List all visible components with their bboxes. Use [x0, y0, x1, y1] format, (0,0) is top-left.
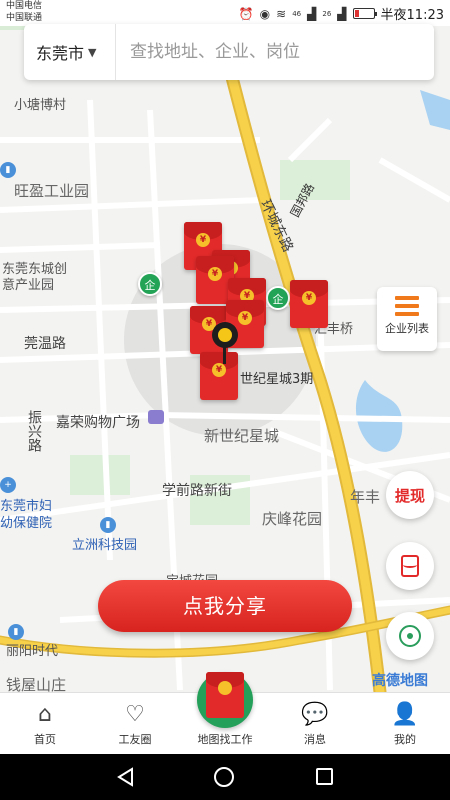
- shopping-icon: [148, 410, 164, 424]
- list-icon: [395, 296, 419, 316]
- eye-icon: ◉: [259, 6, 271, 21]
- tab-label: 首页: [34, 733, 56, 746]
- home-icon: ⌂: [38, 701, 52, 727]
- signal-icon: ▟: [307, 6, 317, 21]
- building-icon: ▮: [8, 624, 24, 640]
- map-label: 新世纪星城: [204, 427, 280, 445]
- pin-stem: [223, 346, 226, 364]
- tab-home[interactable]: ⌂ 首页: [0, 693, 90, 755]
- heart-icon: ♡: [125, 701, 145, 727]
- home-nav-icon[interactable]: [214, 767, 234, 787]
- locate-button[interactable]: [386, 612, 434, 660]
- alarm-icon: ⏰: [238, 6, 254, 21]
- search-bar: 东莞市 ▼: [24, 24, 434, 80]
- map-label: 意产业园: [2, 278, 55, 293]
- hospital-icon: +: [0, 477, 16, 493]
- tab-label: 地图找工作: [197, 733, 253, 746]
- map-label: 丽阳时代: [6, 644, 59, 659]
- chat-icon: 💬: [301, 701, 329, 727]
- share-button[interactable]: 点我分享: [98, 580, 352, 632]
- map-label: 小塘博村: [14, 98, 67, 113]
- red-envelope-marker[interactable]: ¥: [290, 280, 328, 328]
- tab-profile[interactable]: 👤 我的: [360, 693, 450, 755]
- network-1: 46: [292, 9, 302, 18]
- map-label: 年丰: [350, 488, 381, 506]
- map-label: 庆峰花园: [262, 510, 323, 528]
- red-envelope-icon: [401, 555, 419, 577]
- search-input[interactable]: [116, 24, 434, 80]
- map-label: 振兴路: [26, 410, 42, 452]
- enterprise-list-label: 企业列表: [385, 322, 429, 335]
- status-bar: 中国电信 中国联通 ⏰ ◉ ≋ 46 ▟ 26 ▟ 半夜11:23: [0, 0, 450, 26]
- red-envelope-icon: [206, 672, 244, 718]
- map-label: 嘉荣购物广场: [56, 415, 140, 431]
- map-label: 旺盈工业园: [14, 182, 90, 200]
- current-location-pin: [212, 322, 238, 348]
- tab-worker-circle[interactable]: ♡ 工友圈: [90, 693, 180, 755]
- map-label: 世纪星城3期: [240, 372, 314, 387]
- building-icon: ▮: [100, 517, 116, 533]
- battery-icon: [352, 8, 377, 19]
- amap-logo: 高德地图: [372, 673, 428, 689]
- tab-label: 我的: [394, 733, 416, 746]
- carrier-2: 中国联通: [6, 13, 43, 23]
- person-icon: 👤: [391, 701, 419, 727]
- map-label: 幼保健院: [0, 516, 53, 531]
- wifi-icon: ≋: [276, 6, 287, 21]
- recents-icon[interactable]: [316, 768, 333, 785]
- network-2: 26: [322, 9, 332, 18]
- red-envelope-button[interactable]: [386, 542, 434, 590]
- tab-label: 消息: [304, 733, 326, 746]
- map-label: 莞温路: [24, 336, 66, 352]
- carrier-1: 中国电信: [6, 1, 43, 11]
- red-envelope-marker[interactable]: ¥: [200, 352, 238, 400]
- withdraw-button[interactable]: 提现: [386, 471, 434, 519]
- city-label: 东莞市: [36, 44, 85, 63]
- tab-messages[interactable]: 💬 消息: [270, 693, 360, 755]
- map-label: 学前路新街: [162, 483, 232, 499]
- withdraw-label: 提现: [394, 486, 425, 505]
- signal-icon: ▟: [337, 6, 347, 21]
- chevron-down-icon: ▼: [88, 45, 97, 59]
- system-nav-bar: [0, 754, 450, 800]
- building-icon: ▮: [0, 162, 16, 178]
- back-icon[interactable]: [116, 767, 134, 787]
- enterprise-list-button[interactable]: 企业列表: [377, 287, 437, 351]
- map-label: 钱屋山庄: [6, 676, 67, 692]
- tab-label: 工友圈: [118, 733, 152, 746]
- map-jobs-fab[interactable]: [197, 672, 253, 728]
- clock: 半夜11:23: [380, 8, 444, 23]
- enterprise-marker[interactable]: 企: [266, 286, 290, 310]
- locate-icon: [399, 625, 421, 647]
- enterprise-marker[interactable]: 企: [138, 272, 162, 296]
- map-label: 立洲科技园: [72, 538, 138, 553]
- city-selector[interactable]: 东莞市 ▼: [24, 24, 116, 80]
